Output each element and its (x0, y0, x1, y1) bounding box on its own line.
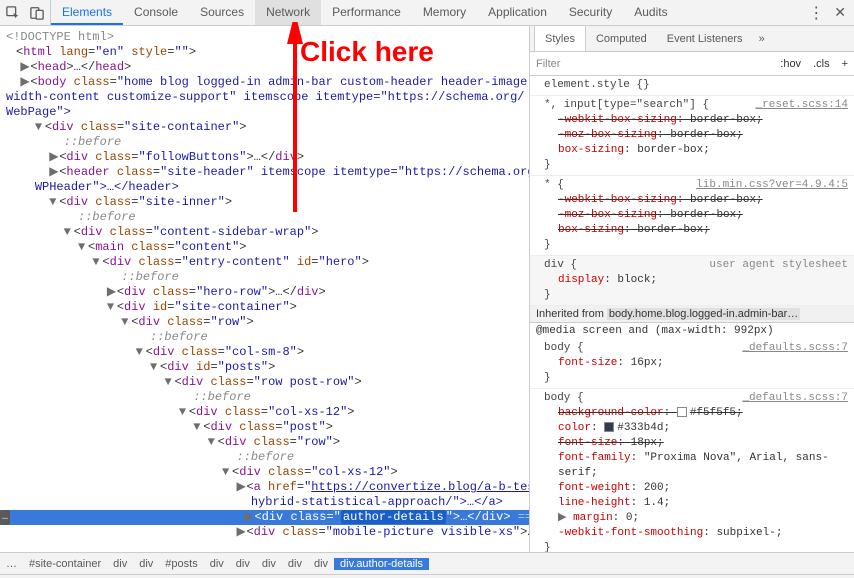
inspector-icons (0, 0, 51, 25)
new-rule-button[interactable]: + (842, 58, 848, 70)
dom-node[interactable]: hybrid-statistical-approach/">…</a> (0, 495, 529, 510)
breadcrumb-item[interactable]: div (256, 558, 282, 570)
styles-pane-tabs: StylesComputedEvent Listeners » (530, 26, 854, 52)
css-rule[interactable]: _reset.scss:14*, input[type="search"] {-… (530, 96, 854, 176)
more-menu-icon[interactable]: ⋮ (808, 3, 824, 23)
breadcrumb-item[interactable]: div (230, 558, 256, 570)
styles-pane: StylesComputedEvent Listeners » Filter :h… (530, 26, 854, 552)
inherited-from-bar: Inherited from body.home.blog.logged-in.… (530, 306, 854, 323)
dom-node[interactable]: ▶<a href="https://convertize.blog/a-b-te… (0, 480, 529, 495)
dom-node[interactable]: ▼<div class="col-xs-12"> (0, 465, 529, 480)
dom-node[interactable]: ▶<div class="followButtons">…</div> (0, 150, 529, 165)
dom-node[interactable]: ▼<div class="row"> (0, 435, 529, 450)
styles-filter-input[interactable]: Filter (536, 58, 560, 70)
dom-node[interactable]: ▶<div class="mobile-picture visible-xs">… (0, 525, 529, 540)
css-rule[interactable]: lib.min.css?ver=4.9.4:5* {-webkit-box-si… (530, 176, 854, 256)
main-toolbar: ElementsConsoleSourcesNetworkPerformance… (0, 0, 854, 26)
breadcrumb-item[interactable]: div (308, 558, 334, 570)
breadcrumb-item[interactable]: div (282, 558, 308, 570)
dom-node[interactable]: ::before (0, 330, 529, 345)
dom-node[interactable]: ▶<div class="hero-row">…</div> (0, 285, 529, 300)
styles-rules[interactable]: element.style {}_reset.scss:14*, input[t… (530, 76, 854, 552)
hov-toggle[interactable]: :hov (780, 58, 801, 70)
breadcrumb-item[interactable]: div (133, 558, 159, 570)
dom-node[interactable]: ▼<div id="posts"> (0, 360, 529, 375)
dom-node[interactable]: ▼<div class="entry-content" id="hero"> (0, 255, 529, 270)
tab-application[interactable]: Application (477, 0, 558, 25)
panel-tabs: ElementsConsoleSourcesNetworkPerformance… (51, 0, 679, 25)
styles-more-icon[interactable]: » (759, 33, 765, 45)
dom-node[interactable]: ▶<header class="site-header" itemscope i… (0, 165, 529, 180)
device-toggle-icon[interactable] (30, 6, 44, 20)
dom-node[interactable]: ▼<div id="site-container"> (0, 300, 529, 315)
dom-node[interactable]: ::before (0, 450, 529, 465)
breadcrumb-item[interactable]: #posts (159, 558, 203, 570)
css-rule[interactable]: element.style {} (530, 76, 854, 96)
elements-dom-tree[interactable]: <!DOCTYPE html><html lang="en" style="">… (0, 26, 530, 552)
breadcrumb-item[interactable]: div (107, 558, 133, 570)
breadcrumb-item[interactable]: div (204, 558, 230, 570)
breadcrumb-item[interactable]: #site-container (23, 558, 107, 570)
dom-node[interactable]: ▶<body class="home blog logged-in admin-… (0, 75, 529, 90)
tab-sources[interactable]: Sources (189, 0, 255, 25)
dom-node[interactable]: <html lang="en" style=""> (0, 45, 529, 60)
tab-performance[interactable]: Performance (321, 0, 412, 25)
dom-node[interactable]: ▼<div class="content-sidebar-wrap"> (0, 225, 529, 240)
dom-node[interactable]: … ▶<div class="author-details">…</div> =… (0, 510, 529, 525)
dom-node[interactable]: ▶<head>…</head> (0, 60, 529, 75)
drawer: ⋮ ConsoleWhat's New× ✕ (0, 574, 854, 578)
dom-node[interactable]: ▼<div class="post"> (0, 420, 529, 435)
cls-toggle[interactable]: .cls (813, 58, 830, 70)
dom-node[interactable]: width-content customize-support" itemsco… (0, 90, 529, 105)
dom-node[interactable]: ▼<main class="content"> (0, 240, 529, 255)
tab-audits[interactable]: Audits (623, 0, 678, 25)
dom-node[interactable]: ▼<div class="col-xs-12"> (0, 405, 529, 420)
tab-elements[interactable]: Elements (51, 0, 123, 25)
dom-node[interactable]: ::before (0, 390, 529, 405)
css-rule[interactable]: user agent stylesheetdiv {display: block… (530, 256, 854, 306)
breadcrumb-item[interactable]: div.author-details (334, 558, 429, 570)
dom-node[interactable]: ▼<div class="site-inner"> (0, 195, 529, 210)
tab-security[interactable]: Security (558, 0, 623, 25)
breadcrumb[interactable]: …#site-containerdivdiv#postsdivdivdivdiv… (0, 552, 854, 574)
dom-node[interactable]: WPHeader">…</header> (0, 180, 529, 195)
close-icon[interactable]: ✕ (834, 4, 846, 21)
dom-node[interactable]: WebPage"> (0, 105, 529, 120)
tab-memory[interactable]: Memory (412, 0, 477, 25)
dom-node[interactable]: <!DOCTYPE html> (0, 30, 529, 45)
dom-node[interactable]: ▼<div class="col-sm-8"> (0, 345, 529, 360)
css-rule[interactable]: _defaults.scss:7body {background-color: … (530, 389, 854, 552)
media-query-label: @media screen and (max-width: 992px) (530, 323, 854, 339)
tab-network[interactable]: Network (255, 0, 321, 25)
styles-tab-computed[interactable]: Computed (586, 26, 657, 51)
dom-node[interactable]: ::before (0, 270, 529, 285)
dom-node[interactable]: ::before (0, 135, 529, 150)
styles-filter-row: Filter :hov .cls + (530, 52, 854, 76)
styles-tab-styles[interactable]: Styles (534, 26, 586, 51)
styles-tab-event-listeners[interactable]: Event Listeners (657, 26, 753, 51)
breadcrumb-item[interactable]: … (0, 558, 23, 570)
dom-node[interactable]: ::before (0, 210, 529, 225)
dom-node[interactable]: ▼<div class="row"> (0, 315, 529, 330)
dom-node[interactable]: ▼<div class="site-container"> (0, 120, 529, 135)
inspect-element-icon[interactable] (6, 6, 20, 20)
tab-console[interactable]: Console (123, 0, 189, 25)
css-rule[interactable]: _defaults.scss:7body {font-size: 16px;} (530, 339, 854, 389)
dom-node[interactable]: ▼<div class="row post-row"> (0, 375, 529, 390)
